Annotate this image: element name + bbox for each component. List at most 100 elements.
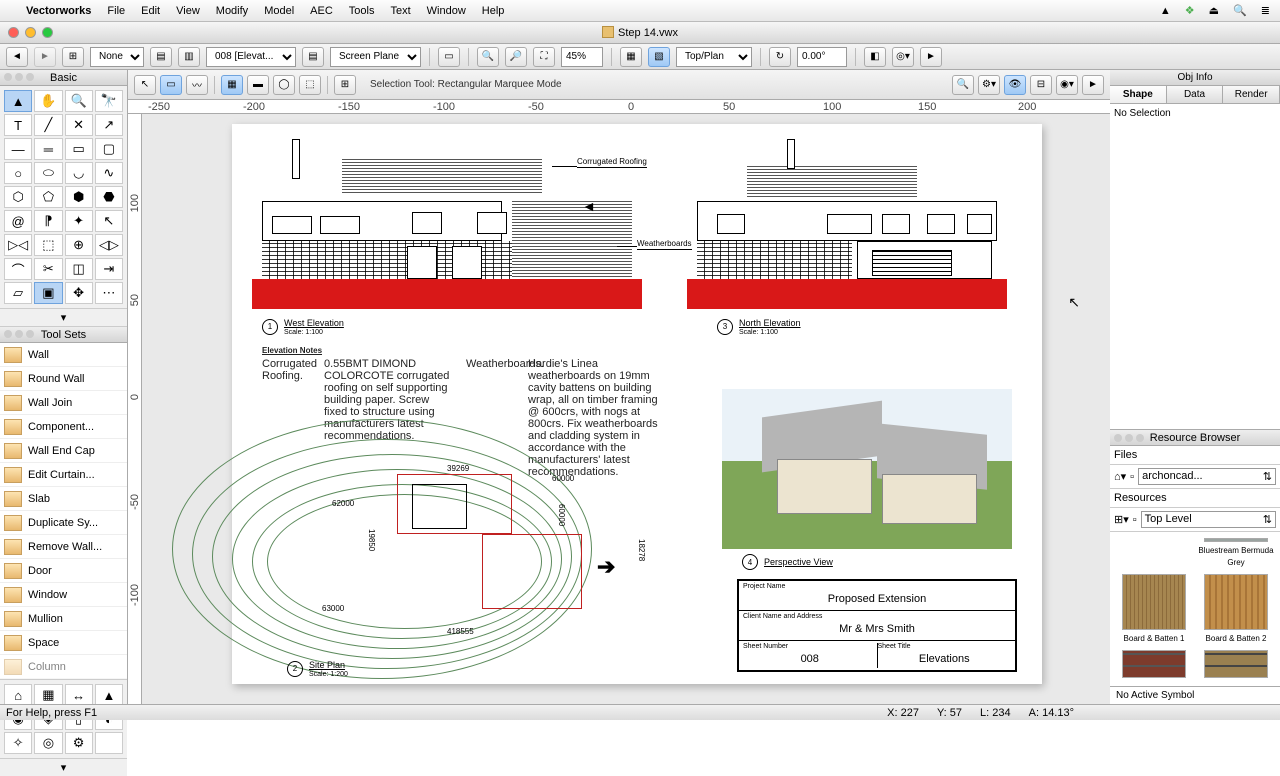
layer-dropdown[interactable]: 008 [Elevat... (206, 47, 296, 67)
home-icon[interactable]: ⌂▾ (1114, 470, 1126, 483)
polyline-tool[interactable]: ⬡ (4, 186, 32, 208)
offset-tool[interactable]: ⇥ (95, 258, 123, 280)
zoom-out-icon[interactable]: 🔍 (477, 47, 499, 67)
toolset-remove-wall[interactable]: Remove Wall... (0, 535, 127, 559)
symbol-tool[interactable]: ⬚ (34, 234, 62, 256)
menu-help[interactable]: Help (482, 5, 505, 17)
toolset-duplicate-sy[interactable]: Duplicate Sy... (0, 511, 127, 535)
selection-tool[interactable]: ▲ (4, 90, 32, 112)
pan-tool[interactable]: ✋ (34, 90, 62, 112)
thumb-board-batten-1[interactable]: Board & Batten 1 (1116, 574, 1192, 644)
toolset-cat-dims[interactable]: ↔ (65, 684, 93, 706)
zoom-button[interactable] (42, 27, 53, 38)
mode-marquee-icon[interactable]: ▭ (160, 75, 182, 95)
standard-views-dropdown[interactable]: Top/Plan (676, 47, 752, 67)
attr-map-tool[interactable]: ▱ (4, 282, 32, 304)
unified-view-icon[interactable]: ▦ (620, 47, 642, 67)
drawing-canvas[interactable]: ◄ Corrugated Roofing Weatherboards 1 Wes… (142, 114, 1110, 704)
flyover-tool[interactable]: 🔭 (95, 90, 123, 112)
toolset-window[interactable]: Window (0, 583, 127, 607)
zoom-tool[interactable]: 🔍 (65, 90, 93, 112)
fillet-tool[interactable]: ⌒ (4, 258, 32, 280)
tab-data[interactable]: Data (1167, 86, 1224, 103)
xray-icon[interactable]: 🔍 (952, 75, 974, 95)
mode-cross-icon[interactable]: ⬚ (299, 75, 321, 95)
rectangle-tool[interactable]: ▭ (65, 138, 93, 160)
menu-window[interactable]: Window (427, 5, 466, 17)
toolset-cat-building[interactable]: ⌂ (4, 684, 32, 706)
toolset-cat-c[interactable]: ⚙ (65, 732, 93, 754)
toolset-cat-a[interactable]: ✧ (4, 732, 32, 754)
regular-poly-tool[interactable]: ⬢ (65, 186, 93, 208)
mirror-tool[interactable]: ▷◁ (4, 234, 32, 256)
plane-dropdown[interactable]: Screen Plane (330, 47, 421, 67)
mode-align-icon[interactable]: ▦ (221, 75, 243, 95)
rounded-rect-tool[interactable]: ▢ (95, 138, 123, 160)
resource-type-icon[interactable]: ⊞▾ (1114, 513, 1129, 526)
toolset-column[interactable]: Column (0, 655, 127, 679)
menu-modify[interactable]: Modify (216, 5, 248, 17)
thumb-board-batten-2[interactable]: Board & Batten 2 (1198, 574, 1274, 644)
spiral-tool[interactable]: @ (4, 210, 32, 232)
layer-options-icon[interactable]: ▤ (302, 47, 324, 67)
toolset-wall-end-cap[interactable]: Wall End Cap (0, 439, 127, 463)
files-dropdown[interactable]: archoncad...⇅ (1138, 468, 1276, 485)
class-visibility-icon[interactable]: ▥ (178, 47, 200, 67)
eyedropper-tool[interactable]: ⁋ (34, 210, 62, 232)
forward-button[interactable]: ► (34, 47, 56, 67)
rotation-field[interactable] (797, 47, 847, 67)
toolset-edit-curtain[interactable]: Edit Curtain... (0, 463, 127, 487)
projection-icon[interactable]: ◎▾ (892, 47, 914, 67)
next2-icon[interactable]: ► (1082, 75, 1104, 95)
line-tool[interactable]: ╱ (34, 114, 62, 136)
clip-tool[interactable]: ◫ (65, 258, 93, 280)
menu-extras-icon[interactable]: ≣ (1261, 4, 1270, 17)
text-tool[interactable]: T (4, 114, 32, 136)
locus-tool[interactable]: ✦ (65, 210, 93, 232)
menu-text[interactable]: Text (390, 5, 410, 17)
rotate-tool[interactable]: ⊕ (65, 234, 93, 256)
toolset-wall[interactable]: Wall (0, 343, 127, 367)
toolset-slab[interactable]: Slab (0, 487, 127, 511)
toolset-cat-site[interactable]: ▲ (95, 684, 123, 706)
visibility-tool[interactable]: ▣ (34, 282, 62, 304)
next-icon[interactable]: ► (920, 47, 942, 67)
mode-poly-icon[interactable]: ◯ (273, 75, 295, 95)
minimize-button[interactable] (25, 27, 36, 38)
zoom-fit-icon[interactable]: ⛶ (533, 47, 555, 67)
toolset-cat-detailing[interactable]: ▦ (34, 684, 62, 706)
render-mode-icon[interactable]: ◧ (864, 47, 886, 67)
thumb-bermuda-grey[interactable]: Bluestream Bermuda Grey (1198, 538, 1274, 568)
notification-icon[interactable]: ▲ (1160, 5, 1171, 17)
single-line-tool[interactable]: ― (4, 138, 32, 160)
toolset-space[interactable]: Space (0, 631, 127, 655)
settings-icon[interactable]: ⚙▾ (978, 75, 1000, 95)
more-tool[interactable]: ⋯ (95, 282, 123, 304)
toolset-door[interactable]: Door (0, 559, 127, 583)
thumb-brick-2[interactable] (1198, 650, 1274, 680)
zoom-in-icon[interactable]: 🔎 (505, 47, 527, 67)
menu-aec[interactable]: AEC (310, 5, 333, 17)
back-button[interactable]: ◄ (6, 47, 28, 67)
menu-model[interactable]: Model (264, 5, 294, 17)
menu-tools[interactable]: Tools (349, 5, 375, 17)
fit-icon[interactable]: ⊞ (62, 47, 84, 67)
snap-icon[interactable]: ⊟ (1030, 75, 1052, 95)
mode-prefs-icon[interactable]: ⊞ (334, 75, 356, 95)
tab-render[interactable]: Render (1223, 86, 1280, 103)
toolset-cat-b[interactable]: ◎ (34, 732, 62, 754)
move-tool[interactable]: ✥ (65, 282, 93, 304)
toolset-round-wall[interactable]: Round Wall (0, 367, 127, 391)
class-options-icon[interactable]: ▤ (150, 47, 172, 67)
show-hide-icon[interactable]: 👁 (1004, 75, 1026, 95)
freehand-tool[interactable]: ∿ (95, 162, 123, 184)
trim-tool[interactable]: ✂ (34, 258, 62, 280)
mirror2-tool[interactable]: ◁▷ (95, 234, 123, 256)
menu-file[interactable]: File (107, 5, 125, 17)
oval-tool[interactable]: ⬭ (34, 162, 62, 184)
delete-tool[interactable]: ✕ (65, 114, 93, 136)
polygon-tool[interactable]: ⬠ (34, 186, 62, 208)
basic-expand-icon[interactable]: ▾ (0, 308, 127, 327)
thumb-brick-1[interactable] (1116, 650, 1192, 680)
help-icon[interactable]: ◉▾ (1056, 75, 1078, 95)
